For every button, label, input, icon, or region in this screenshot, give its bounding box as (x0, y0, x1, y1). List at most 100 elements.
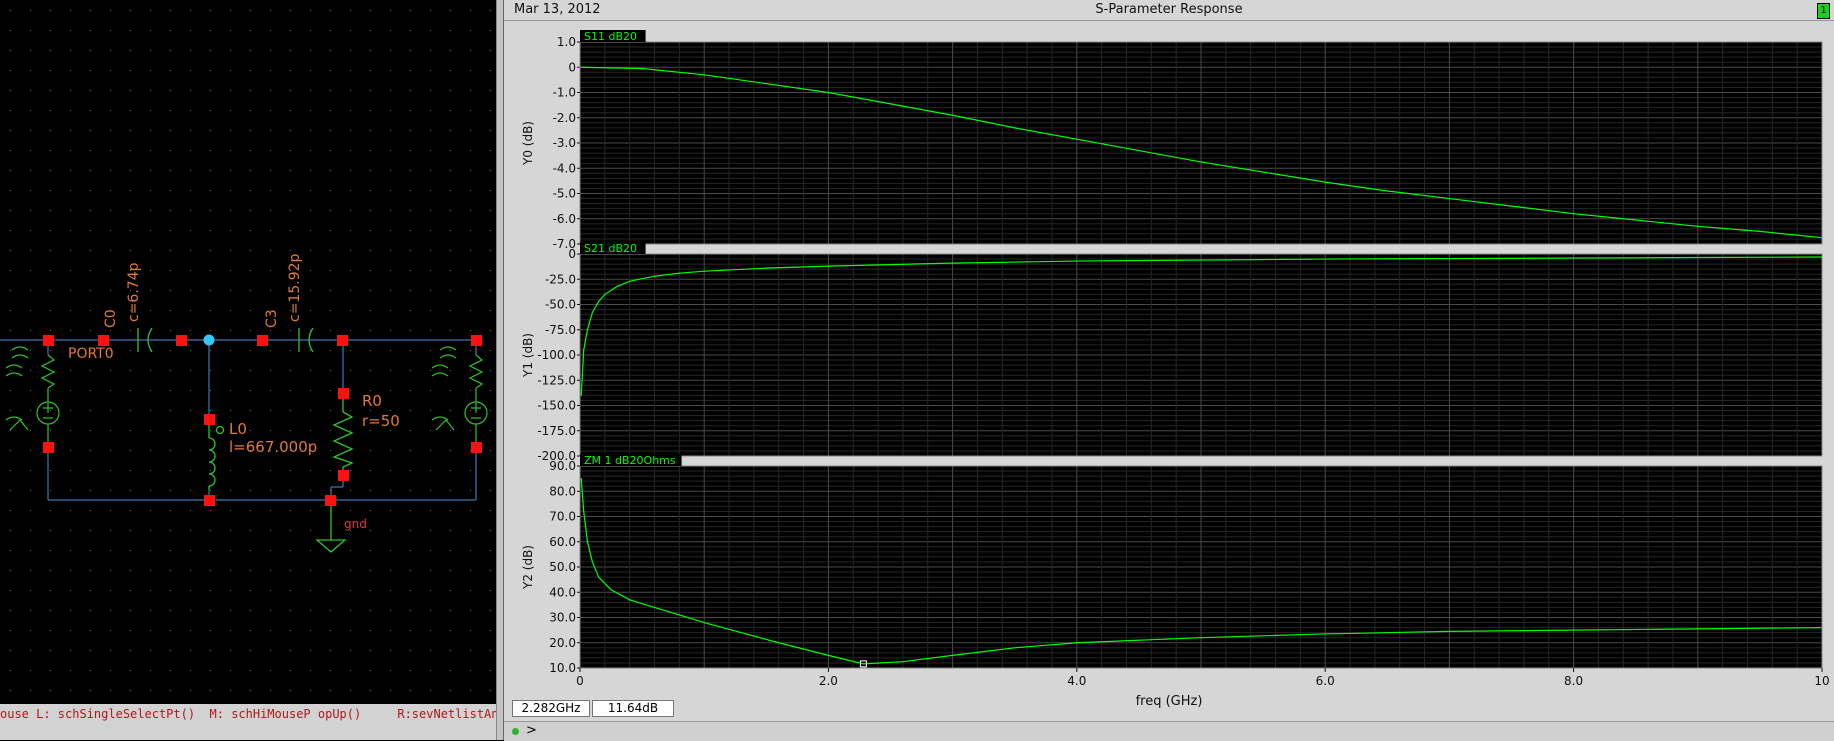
data-point (1200, 637, 1202, 639)
waveform-titlebar: Mar 13, 2012 S-Parameter Response 1 (504, 0, 1834, 21)
status-bar: > (504, 721, 1834, 741)
r0-name: R0 (362, 392, 382, 410)
x-tick-label: 8.0 (1564, 674, 1583, 688)
l0-value: l=667.000p (229, 438, 317, 456)
y-tick-label: 20.0 (549, 636, 576, 650)
data-point (1200, 161, 1202, 163)
data-point (902, 661, 904, 663)
c3-name: C3 (264, 309, 280, 328)
plot-panel-0: 1.00-1.0-2.0-3.0-4.0-5.0-6.0-7.0Y0 (dB)S… (521, 30, 1823, 251)
y-tick-label: -1.0 (553, 86, 576, 100)
data-point (591, 561, 594, 563)
y-tick-label: -175.0 (537, 424, 576, 438)
data-point (827, 265, 829, 267)
x-tick-label: 4.0 (1067, 674, 1086, 688)
r0-value: r=50 (362, 412, 400, 430)
waveform-window: Mar 13, 2012 S-Parameter Response 1 1.0 0… (504, 0, 1834, 741)
y-tick-label: 0 (568, 247, 576, 261)
readout-x: 2.282GHz (512, 700, 590, 717)
data-point (1076, 260, 1078, 262)
y-tick-label: 10.0 (549, 661, 576, 675)
data-point (1821, 237, 1823, 239)
command-prompt[interactable]: > (526, 723, 537, 738)
data-point (1448, 630, 1450, 632)
data-point (583, 349, 585, 351)
y-tick-label: 50.0 (549, 560, 576, 574)
y-tick-label: 80.0 (549, 484, 576, 498)
data-point (1076, 642, 1078, 644)
y-tick-label: 0 (568, 60, 576, 74)
data-point (740, 632, 743, 634)
data-point (827, 91, 829, 94)
data-point (827, 654, 829, 656)
data-point (1697, 256, 1699, 259)
y-tick-label: -150.0 (537, 399, 576, 413)
y-tick-label: -4.0 (553, 161, 576, 175)
data-point (616, 285, 618, 287)
data-point (1014, 127, 1016, 129)
data-point (765, 83, 767, 85)
data-point (703, 621, 705, 624)
c0-value: c=6.74p (126, 262, 142, 322)
legend-label: S21 dB20 (584, 242, 637, 255)
x-tick-label: 2.0 (819, 674, 838, 688)
plot-panel-1: 0 -25.0 -50.0 -75.0 -100.0 -125.0 -150.0 -175.0… (521, 242, 1823, 463)
data-point (1448, 197, 1450, 200)
y-tick-label: 30.0 (549, 611, 576, 625)
data-point (1510, 205, 1513, 207)
data-point (952, 114, 954, 116)
y-tick-label: 70.0 (549, 510, 576, 524)
data-point (1262, 171, 1264, 173)
junction-dot (203, 334, 215, 346)
data-point (586, 329, 589, 331)
data-point (1386, 190, 1388, 192)
data-point (703, 74, 705, 76)
y-tick-label: 60.0 (549, 535, 576, 549)
y-axis-label: Y1 (dB) (521, 333, 535, 378)
readout-y: 11.64dB (592, 700, 674, 717)
l0-name: L0 (229, 420, 247, 438)
subwindow-badge[interactable]: 1 (1817, 3, 1830, 19)
plot-grid (580, 42, 1822, 244)
schematic-status-strip (0, 724, 496, 740)
data-point (583, 510, 585, 513)
data-point (889, 103, 892, 105)
data-point (1324, 633, 1326, 635)
data-point (1759, 230, 1761, 232)
x-axis-label: freq (GHz) (1135, 694, 1203, 709)
status-indicator-icon (512, 728, 519, 735)
data-point (1821, 627, 1823, 629)
data-point (653, 275, 656, 277)
data-point (1697, 628, 1699, 630)
y-tick-label: -5.0 (553, 187, 576, 201)
data-point (610, 589, 612, 591)
legend-label: S11 dB20 (584, 30, 637, 43)
data-point (1573, 257, 1575, 259)
y-axis-label: Y2 (dB) (521, 545, 535, 590)
y-tick-label: -25.0 (545, 272, 576, 286)
plot-area[interactable]: 1.00-1.0-2.0-3.0-4.0-5.0-6.0-7.0Y0 (dB)S… (504, 20, 1834, 714)
data-point (1573, 629, 1575, 631)
y-tick-label: -50.0 (545, 298, 576, 312)
data-point (629, 280, 631, 282)
data-point (598, 300, 600, 303)
plot-window-title: S-Parameter Response (1095, 2, 1243, 17)
x-tick-label: 6.0 (1316, 674, 1335, 688)
data-point (1076, 138, 1078, 140)
y-tick-label: -3.0 (553, 136, 576, 150)
data-point (778, 642, 780, 644)
data-point (678, 614, 680, 616)
pane-divider[interactable] (496, 0, 504, 740)
data-point (1138, 149, 1140, 152)
data-point (952, 654, 954, 656)
x-tick-label: 10 (1814, 674, 1829, 688)
y-tick-label: -125.0 (537, 373, 576, 387)
data-point (579, 66, 581, 68)
y-tick-label: 1.0 (557, 35, 576, 49)
schematic-canvas[interactable]: PORT0 C0 c=6.74p C3 c=15.92p L0 l=667.00… (0, 0, 496, 740)
legend-label: ZM 1 dB20Ohms (584, 454, 676, 467)
mouse-binding-bar: ouse L: schSingleSelectPt() M: schHiMous… (0, 704, 496, 724)
data-point (580, 478, 582, 480)
x-tick-label: 0 (576, 674, 584, 688)
schematic-drawing[interactable]: PORT0 C0 c=6.74p C3 c=15.92p L0 l=667.00… (0, 0, 496, 704)
